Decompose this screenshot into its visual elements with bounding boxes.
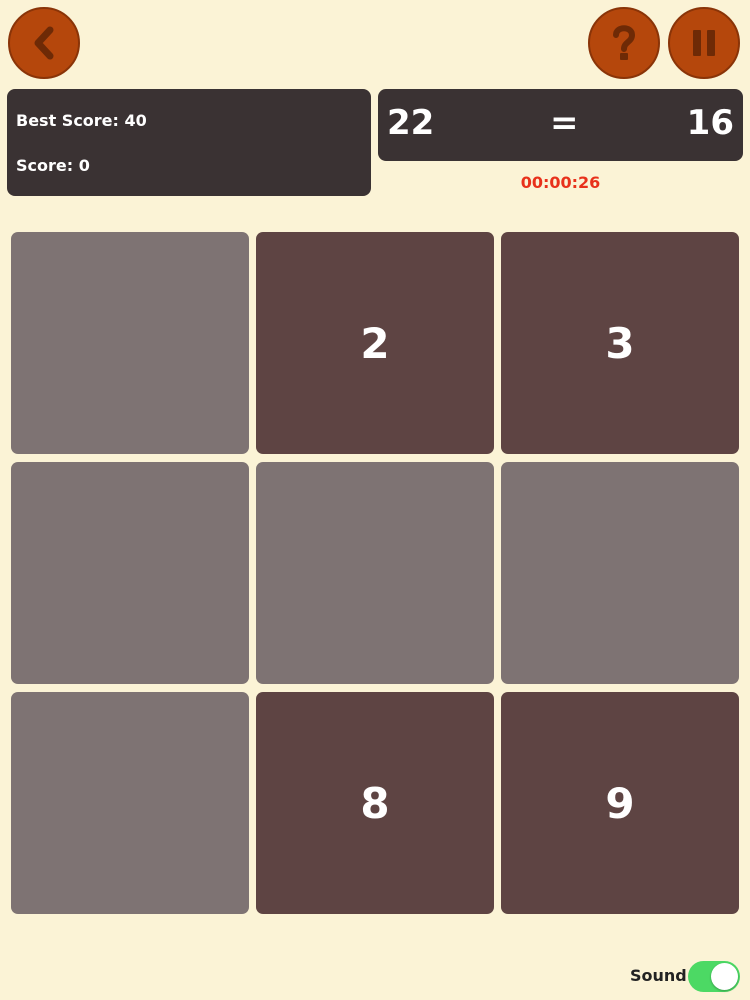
grid-tile[interactable]: 3 (501, 232, 739, 454)
equation-current-value: 22 (387, 103, 435, 143)
grid-tile[interactable] (11, 232, 249, 454)
chevron-left-icon (34, 26, 54, 60)
question-mark-icon (613, 25, 636, 60)
help-button[interactable] (588, 7, 660, 79)
sound-label: Sound (630, 966, 687, 985)
grid-tile[interactable] (11, 692, 249, 914)
equation-operator: = (550, 103, 579, 143)
equation-target-value: 16 (686, 103, 734, 143)
grid-tile[interactable]: 9 (501, 692, 739, 914)
pause-button[interactable] (668, 7, 740, 79)
best-score-label: Best Score: 40 (16, 111, 147, 130)
toggle-knob (711, 963, 738, 990)
equation-panel: 22 = 16 (378, 89, 743, 161)
grid-tile[interactable] (256, 462, 494, 684)
grid-tile[interactable] (501, 462, 739, 684)
back-button[interactable] (8, 7, 80, 79)
grid-tile[interactable] (11, 462, 249, 684)
pause-icon (693, 30, 715, 56)
timer: 00:00:26 (520, 173, 601, 192)
sound-toggle[interactable] (688, 961, 740, 992)
grid-tile[interactable]: 8 (256, 692, 494, 914)
score-panel: Best Score: 40 Score: 0 (7, 89, 371, 196)
current-score-label: Score: 0 (16, 156, 90, 175)
grid-tile[interactable]: 2 (256, 232, 494, 454)
